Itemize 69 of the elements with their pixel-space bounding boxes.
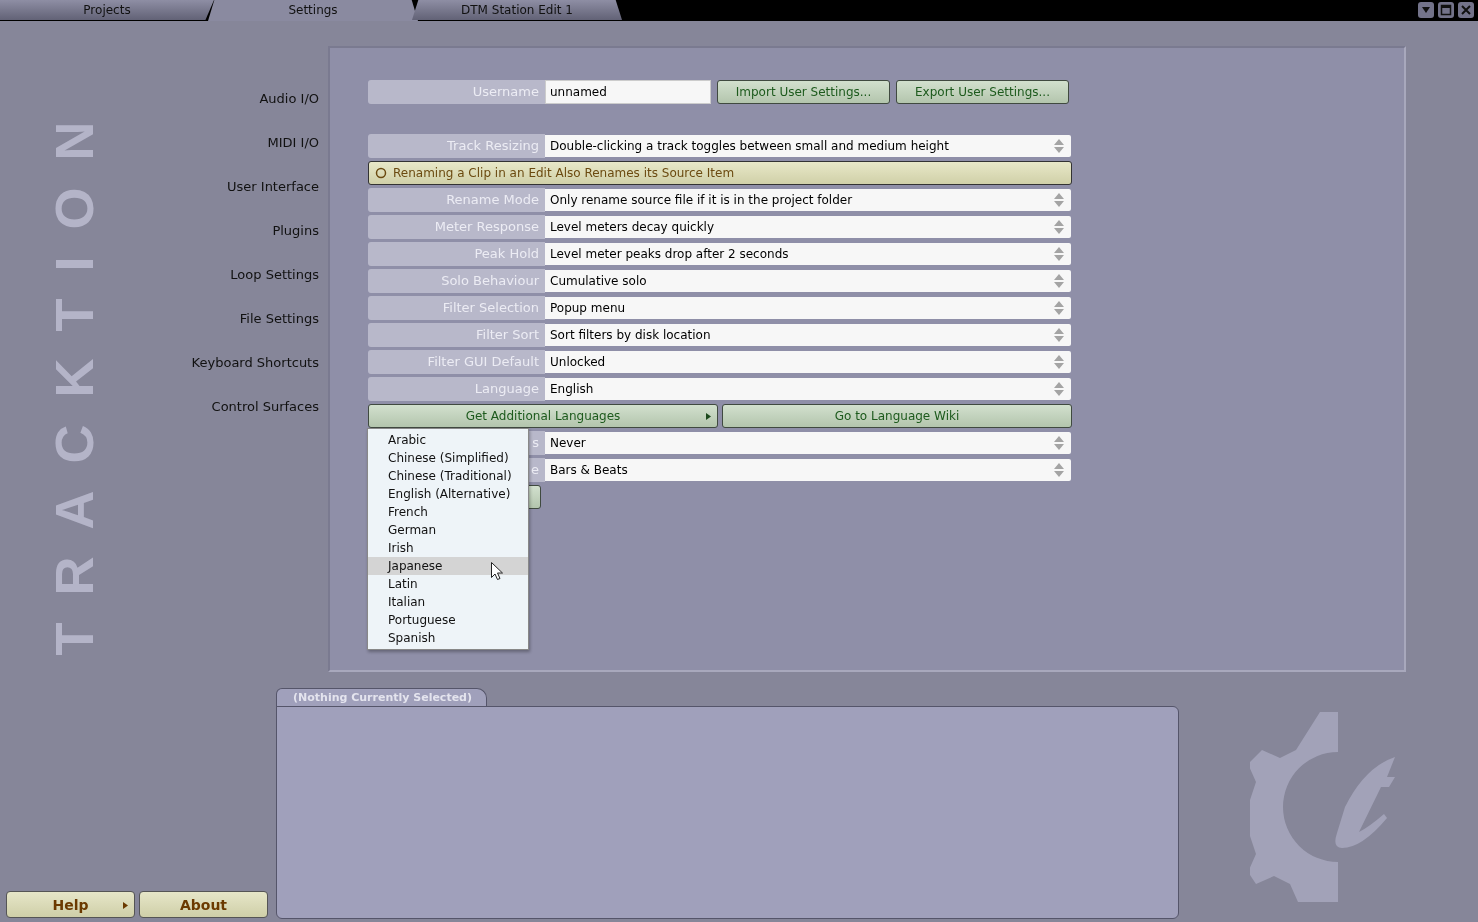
menu-item[interactable]: Chinese (Traditional) xyxy=(368,467,528,485)
dropdown[interactable]: Sort filters by disk location xyxy=(545,324,1071,346)
dropdown-value: Never xyxy=(550,436,586,450)
dropdown[interactable]: English xyxy=(545,378,1071,400)
dropdown-value: Unlocked xyxy=(550,355,606,369)
dropdown[interactable]: Level meters decay quickly xyxy=(545,216,1071,238)
button[interactable]: Go to Language Wiki xyxy=(722,404,1072,428)
stepper-icon xyxy=(1053,192,1065,208)
dropdown[interactable]: Level meter peaks drop after 2 seconds xyxy=(545,243,1071,265)
dropdown[interactable]: Popup menu xyxy=(545,297,1071,319)
tab[interactable]: Projects xyxy=(0,0,214,20)
minimize-button[interactable] xyxy=(1418,2,1434,18)
tab[interactable]: Settings xyxy=(208,0,418,21)
sidebar-item[interactable]: MIDI I/O xyxy=(267,134,319,151)
dropdown[interactable]: Unlocked xyxy=(545,351,1071,373)
username-field[interactable]: unnamed xyxy=(545,80,711,104)
maximize-button[interactable] xyxy=(1438,2,1454,18)
close-button[interactable] xyxy=(1458,2,1474,18)
sidebar-item[interactable]: Loop Settings xyxy=(230,266,319,283)
sidebar-item[interactable]: Keyboard Shortcuts xyxy=(191,354,319,371)
button[interactable]: About xyxy=(139,891,268,918)
menu-item[interactable]: Italian xyxy=(368,593,528,611)
submenu-arrow-icon xyxy=(123,901,129,909)
dropdown-value: Cumulative solo xyxy=(550,274,647,288)
sidebar-item[interactable]: Audio I/O xyxy=(259,90,319,107)
sidebar-item[interactable]: Control Surfaces xyxy=(211,398,319,415)
stepper-icon xyxy=(1053,381,1065,397)
window-icon xyxy=(1438,2,1454,18)
stepper-icon xyxy=(1053,354,1065,370)
stepper-icon xyxy=(1053,273,1065,289)
settings-button[interactable]: Export User Settings... xyxy=(896,80,1069,104)
button[interactable]: Help xyxy=(6,891,135,918)
menu-item[interactable]: Arabic xyxy=(368,431,528,449)
menu-item[interactable]: Spanish xyxy=(368,629,528,647)
dropdown[interactable]: Cumulative solo xyxy=(545,270,1071,292)
submenu-arrow-icon xyxy=(706,413,712,420)
menu-item[interactable]: German xyxy=(368,521,528,539)
tab[interactable]: DTM Station Edit 1 xyxy=(412,0,622,20)
menu-item[interactable]: French xyxy=(368,503,528,521)
menu-item[interactable]: Irish xyxy=(368,539,528,557)
dropdown-value: Bars & Beats xyxy=(550,463,628,477)
dropdown-value: Level meter peaks drop after 2 seconds xyxy=(550,247,789,261)
dropdown-value: Sort filters by disk location xyxy=(550,328,711,342)
cursor-icon xyxy=(490,561,504,581)
menu-item[interactable]: English (Alternative) xyxy=(368,485,528,503)
sidebar-item[interactable]: Plugins xyxy=(272,222,319,239)
stepper-icon xyxy=(1053,435,1065,451)
dropdown[interactable]: Only rename source file if it is in the project folder xyxy=(545,189,1071,211)
button[interactable]: Get Additional Languages xyxy=(368,404,718,428)
menu-item[interactable]: Portuguese xyxy=(368,611,528,629)
dropdown-value: English xyxy=(550,382,594,396)
sidebar-item[interactable]: File Settings xyxy=(239,310,319,327)
dropdown[interactable]: Double-clicking a track toggles between small and medium height xyxy=(545,135,1071,157)
stepper-icon xyxy=(1053,300,1065,316)
stepper-icon xyxy=(1053,327,1065,343)
stepper-icon xyxy=(1053,219,1065,235)
stepper-icon xyxy=(1053,138,1065,154)
stepper-icon xyxy=(1053,462,1065,478)
stepper-icon xyxy=(1053,246,1065,262)
sidebar-item[interactable]: User Interface xyxy=(227,178,319,195)
settings-button[interactable]: Import User Settings... xyxy=(717,80,890,104)
dropdown[interactable]: Never xyxy=(545,432,1071,454)
menu-item[interactable]: Latin xyxy=(368,575,528,593)
dropdown-value: Double-clicking a track toggles between small and medium height xyxy=(550,139,949,153)
dropdown-value: Only rename source file if it is in the project folder xyxy=(550,193,853,207)
toggle-button[interactable]: Renaming a Clip in an Edit Also Renames its Source Item xyxy=(368,161,1072,185)
dropdown-value: Level meters decay quickly xyxy=(550,220,715,234)
dropdown[interactable]: Bars & Beats xyxy=(545,459,1071,481)
dropdown-value: Popup menu xyxy=(550,301,626,315)
